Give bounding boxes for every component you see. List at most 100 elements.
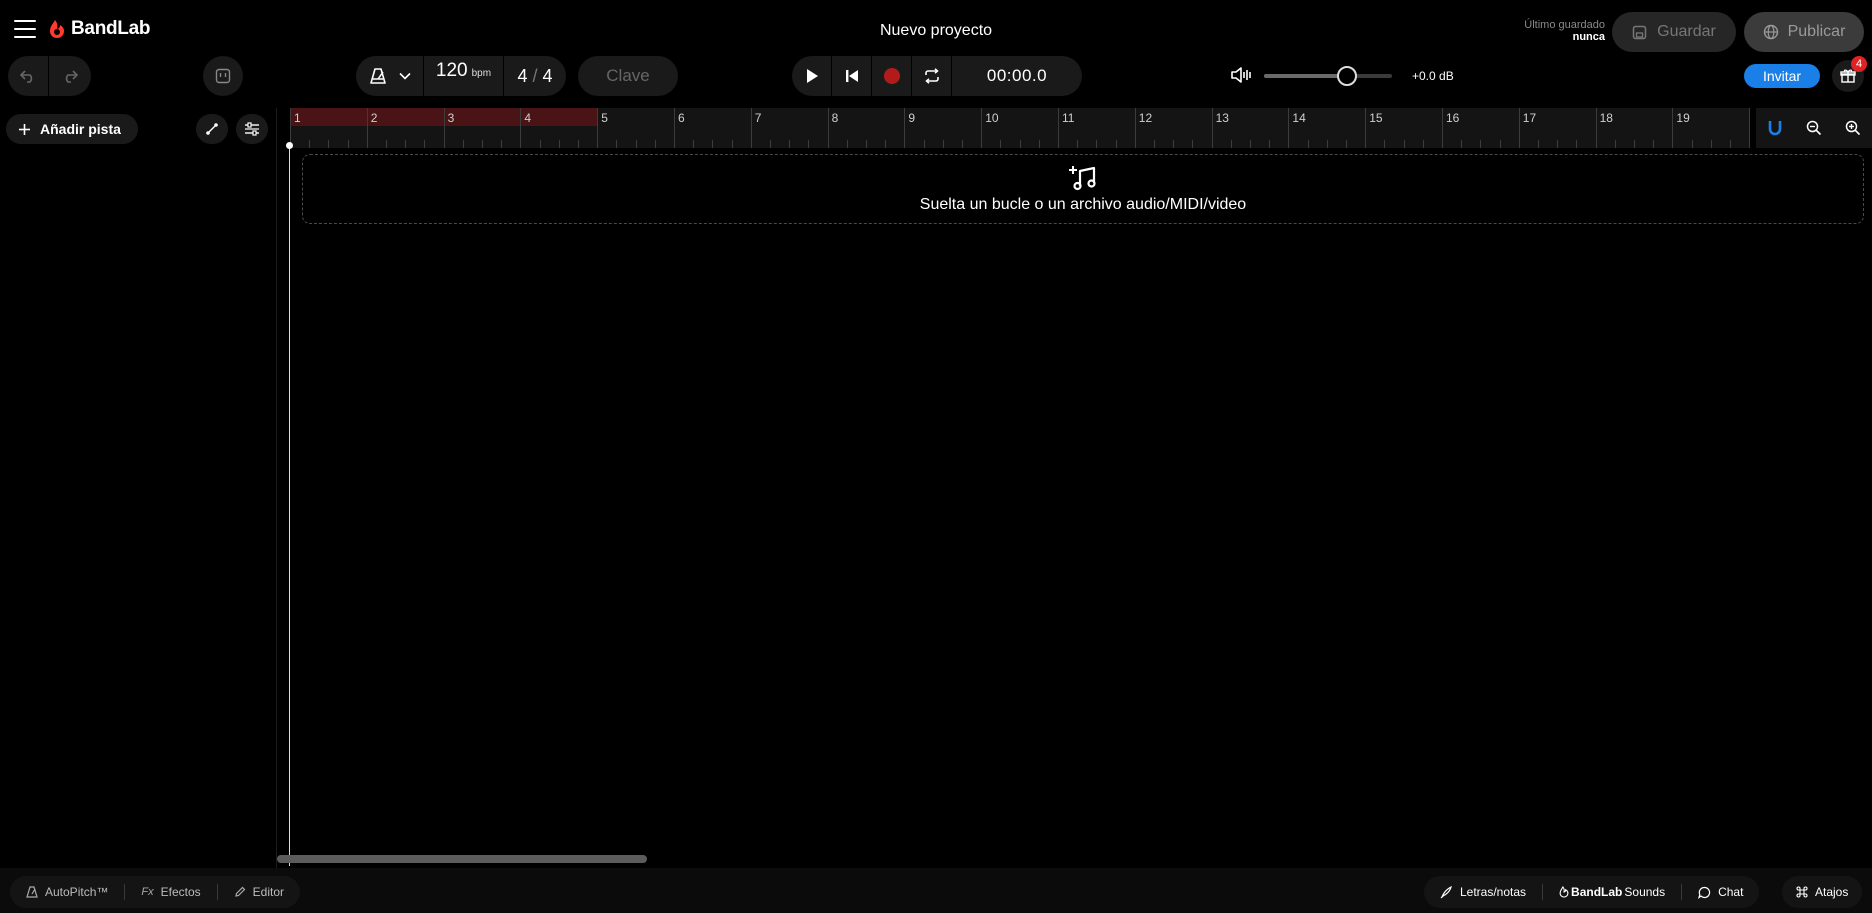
ruler-bar: 9 xyxy=(904,108,981,148)
beat-tick xyxy=(635,140,637,148)
bar-number: 15 xyxy=(1369,111,1383,125)
beat-tick xyxy=(616,140,618,148)
beat-tick xyxy=(1614,140,1616,148)
beat-tick xyxy=(309,140,311,148)
skip-back-icon xyxy=(845,70,858,82)
tempo-unit: bpm xyxy=(471,68,492,79)
lyrics-button[interactable]: Letras/notas xyxy=(1424,884,1544,900)
speaker-icon xyxy=(1231,67,1251,83)
autopitch-label: AutoPitch™ xyxy=(45,885,109,899)
bar-line xyxy=(597,108,599,148)
redo-button[interactable] xyxy=(49,56,90,96)
publish-button[interactable]: Publicar xyxy=(1744,12,1864,52)
time-signature-numerator: 4 xyxy=(517,65,528,86)
shortcuts-button[interactable]: Atajos xyxy=(1782,884,1862,900)
bar-line xyxy=(827,108,829,148)
editor-button[interactable]: Editor xyxy=(218,884,300,900)
tools-group: AutoPitch™ Fx Efectos Editor xyxy=(10,876,300,908)
bandlab-logo[interactable]: BandLab xyxy=(48,18,150,40)
effects-button[interactable]: Fx Efectos xyxy=(125,884,218,900)
play-button[interactable] xyxy=(792,56,832,96)
track-panel-divider xyxy=(276,108,277,868)
chat-label: Chat xyxy=(1718,885,1744,899)
beat-tick xyxy=(789,140,791,148)
bandlab-sounds-button[interactable]: BandLab Sounds xyxy=(1543,884,1683,900)
project-title[interactable]: Nuevo proyecto xyxy=(880,22,992,39)
beat-tick xyxy=(1115,140,1117,148)
beat-tick xyxy=(1384,140,1386,148)
beat-tick xyxy=(808,140,810,148)
record-button[interactable] xyxy=(872,56,912,96)
bar-line xyxy=(1442,108,1443,148)
drop-zone-text: Suelta un bucle o un archivo audio/MIDI/… xyxy=(919,196,1247,213)
mute-button[interactable] xyxy=(1230,65,1252,90)
beat-tick xyxy=(769,140,771,148)
ruler-bar: 12 xyxy=(1134,108,1212,148)
bar-number: 17 xyxy=(1522,111,1537,125)
beat-tick xyxy=(1403,140,1405,148)
beat-tick xyxy=(1249,140,1251,148)
undo-button[interactable] xyxy=(8,56,49,96)
playhead-handle[interactable] xyxy=(286,142,293,149)
beat-tick xyxy=(405,140,407,148)
ruler-bar: 6 xyxy=(674,108,751,148)
save-icon xyxy=(1632,25,1647,39)
master-volume-slider[interactable] xyxy=(1264,66,1392,86)
beat-tick xyxy=(1537,140,1539,148)
ruler-bar: 3 xyxy=(443,108,521,148)
save-button[interactable]: Guardar xyxy=(1612,12,1736,52)
toggle-panel-button[interactable] xyxy=(203,56,243,96)
rewind-button[interactable] xyxy=(832,56,872,96)
save-label: Guardar xyxy=(1657,23,1716,40)
tempo-input[interactable]: 120 bpm xyxy=(424,56,504,96)
beat-tick xyxy=(885,140,887,148)
ruler-bar: 15 xyxy=(1365,108,1442,148)
drop-zone[interactable]: Suelta un bucle o un archivo audio/MIDI/… xyxy=(302,154,1864,224)
beat-tick xyxy=(1307,140,1309,148)
horizontal-scrollbar[interactable] xyxy=(277,855,647,863)
zoom-in-icon xyxy=(1845,120,1860,136)
beat-tick xyxy=(1269,140,1271,148)
beat-tick xyxy=(577,140,579,148)
beat-tick xyxy=(558,140,560,148)
add-music-icon xyxy=(1069,166,1096,191)
timeline-ruler[interactable]: 1234567891011121314151617181920 xyxy=(290,108,1750,148)
zoom-out-button[interactable] xyxy=(1798,112,1830,144)
bar-line xyxy=(981,108,983,148)
key-label: Clave xyxy=(606,66,650,85)
beat-tick xyxy=(385,140,387,148)
ruler-bar: 20 xyxy=(1749,108,1750,148)
ruler-bar: 13 xyxy=(1211,108,1289,148)
bar-line xyxy=(1365,108,1367,148)
zoom-in-button[interactable] xyxy=(1837,112,1869,144)
playhead[interactable] xyxy=(289,144,290,866)
automation-button[interactable] xyxy=(196,114,228,144)
chat-icon xyxy=(1698,886,1711,899)
add-track-button[interactable]: Añadir pista xyxy=(6,114,138,144)
invite-button[interactable]: Invitar xyxy=(1744,64,1820,88)
snap-button[interactable] xyxy=(1759,112,1791,144)
autopitch-button[interactable]: AutoPitch™ xyxy=(10,884,126,900)
volume-knob[interactable] xyxy=(1337,66,1358,86)
beat-tick xyxy=(731,140,733,148)
key-button[interactable]: Clave xyxy=(578,56,678,96)
metronome-button[interactable] xyxy=(356,56,424,96)
beat-tick xyxy=(1633,140,1635,148)
chevron-down-icon xyxy=(398,72,411,80)
brand-name: BandLab xyxy=(71,18,151,39)
time-signature-button[interactable]: 4/4 xyxy=(504,56,566,96)
mixer-button[interactable] xyxy=(236,114,268,144)
lyrics-label: Letras/notas xyxy=(1460,885,1527,899)
beat-tick xyxy=(961,140,963,148)
beat-tick xyxy=(1729,140,1731,148)
chat-button[interactable]: Chat xyxy=(1682,884,1759,900)
bar-number: 3 xyxy=(447,111,455,125)
effects-label: Efectos xyxy=(160,885,201,899)
bar-number: 8 xyxy=(831,111,839,125)
menu-icon[interactable] xyxy=(14,20,36,38)
beat-tick xyxy=(846,140,848,148)
loop-button[interactable] xyxy=(912,56,952,96)
ruler-bar: 10 xyxy=(981,108,1058,148)
bar-line xyxy=(366,108,368,148)
bar-line xyxy=(520,108,522,148)
